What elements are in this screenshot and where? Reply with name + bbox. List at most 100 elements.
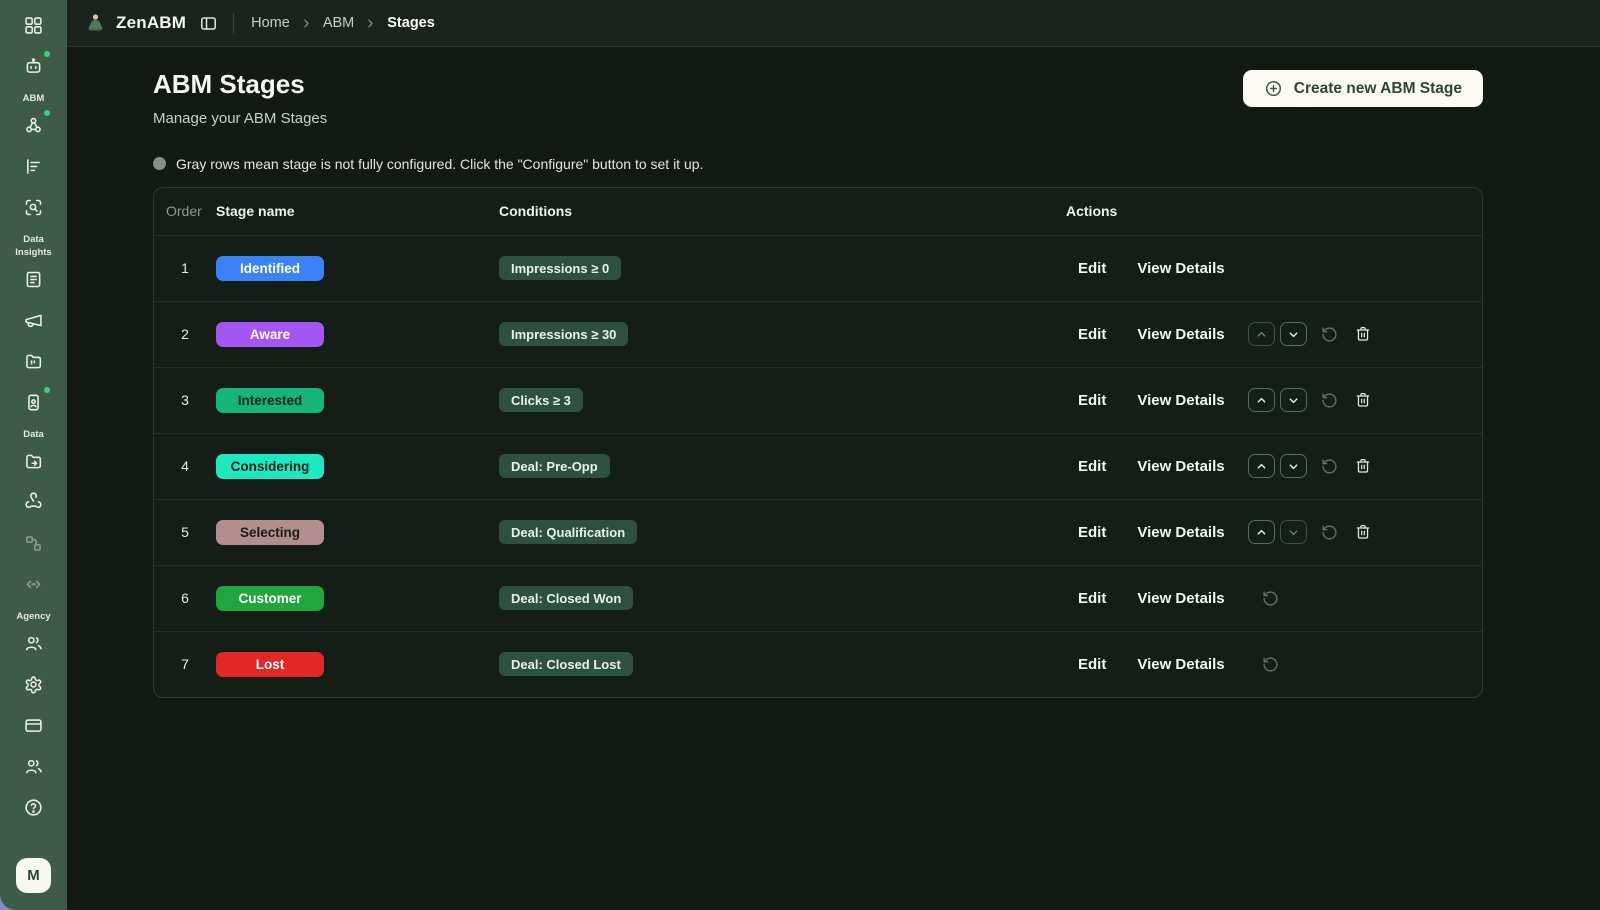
view-details-link[interactable]: View Details [1137, 392, 1224, 409]
id-badge-icon [23, 392, 44, 413]
sidebar-section-label: Agency [16, 611, 50, 623]
move-down-button [1280, 520, 1307, 544]
zenabm-logo-icon [84, 12, 107, 35]
sidebar-item-folder-kanban[interactable] [22, 349, 46, 373]
folder-export-icon [23, 451, 44, 472]
sidebar-item-scan-search[interactable] [22, 195, 46, 219]
sidebar: ABMData InsightsDataAgencyM [0, 0, 67, 910]
sidebar-section-label: Data [23, 429, 44, 441]
sidebar-item-users[interactable] [22, 632, 46, 656]
page-header: ABM Stages Manage your ABM Stages Create… [153, 70, 1483, 127]
sidebar-toggle-icon[interactable] [199, 14, 218, 33]
nodes-icon [23, 115, 44, 136]
edit-link[interactable]: Edit [1078, 260, 1106, 277]
row-actions: Edit View Details [1066, 260, 1482, 277]
reset-stage-button[interactable] [1321, 326, 1338, 343]
stage-order: 7 [154, 656, 216, 672]
edit-link[interactable]: Edit [1078, 458, 1106, 475]
condition-badge: Deal: Closed Won [499, 586, 633, 610]
row-controls [1248, 322, 1371, 346]
grid-icon [23, 15, 44, 36]
move-up-button[interactable] [1248, 520, 1275, 544]
sidebar-item-gear[interactable] [22, 673, 46, 697]
delete-stage-button[interactable] [1355, 392, 1371, 408]
view-details-link[interactable]: View Details [1137, 656, 1224, 673]
sidebar-item-id-badge[interactable] [22, 390, 46, 414]
create-abm-stage-button[interactable]: Create new ABM Stage [1243, 70, 1483, 107]
view-details-link[interactable]: View Details [1137, 326, 1224, 343]
column-header-stage-name: Stage name [216, 203, 499, 219]
edit-link[interactable]: Edit [1078, 524, 1106, 541]
sidebar-item-code[interactable] [22, 572, 46, 596]
plus-circle-icon [1264, 79, 1283, 98]
sidebar-item-grid[interactable] [22, 13, 46, 37]
sidebar-item-team[interactable] [22, 755, 46, 779]
reset-stage-button[interactable] [1262, 656, 1279, 673]
sidebar-item-credit-card[interactable] [22, 714, 46, 738]
reset-stage-button[interactable] [1262, 590, 1279, 607]
sidebar-section-label: Data Insights [8, 234, 60, 259]
edit-link[interactable]: Edit [1078, 326, 1106, 343]
breadcrumb-home[interactable]: Home [251, 15, 290, 31]
edit-link[interactable]: Edit [1078, 590, 1106, 607]
move-up-button[interactable] [1248, 454, 1275, 478]
status-dot [44, 51, 50, 57]
sidebar-item-webhook[interactable] [22, 490, 46, 514]
move-down-button[interactable] [1280, 454, 1307, 478]
delete-stage-button[interactable] [1355, 524, 1371, 540]
sidebar-item-bot[interactable] [22, 54, 46, 78]
move-down-button[interactable] [1280, 322, 1307, 346]
page-title: ABM Stages [153, 70, 327, 99]
row-controls [1248, 656, 1279, 673]
reset-stage-button[interactable] [1321, 392, 1338, 409]
megaphone-icon [23, 310, 44, 331]
move-down-button[interactable] [1280, 388, 1307, 412]
reset-stage-button[interactable] [1321, 524, 1338, 541]
breadcrumb-abm[interactable]: ABM [323, 15, 354, 31]
sidebar-item-newspaper[interactable] [22, 267, 46, 291]
configure-note-text: Gray rows mean stage is not fully config… [176, 156, 703, 172]
users-icon [23, 633, 44, 654]
delete-stage-button[interactable] [1355, 326, 1371, 342]
bar-chart-icon [23, 156, 44, 177]
stage-name-badge: Lost [216, 652, 324, 677]
sidebar-item-workflow[interactable] [22, 531, 46, 555]
row-controls [1248, 454, 1371, 478]
condition-badge: Deal: Pre-Opp [499, 454, 610, 478]
row-actions: Edit View Details [1066, 388, 1482, 412]
row-controls [1248, 590, 1279, 607]
status-dot [44, 387, 50, 393]
edit-link[interactable]: Edit [1078, 656, 1106, 673]
folder-kanban-icon [23, 351, 44, 372]
view-details-link[interactable]: View Details [1137, 260, 1224, 277]
sidebar-item-help-circle[interactable] [22, 796, 46, 820]
page-subtitle: Manage your ABM Stages [153, 110, 327, 127]
delete-stage-button[interactable] [1355, 458, 1371, 474]
gray-dot-icon [153, 157, 166, 170]
view-details-link[interactable]: View Details [1137, 590, 1224, 607]
view-details-link[interactable]: View Details [1137, 524, 1224, 541]
table-row: 4 Considering Deal: Pre-Opp Edit View De… [154, 433, 1482, 499]
chevron-right-icon [300, 17, 313, 30]
stages-table: Order Stage name Conditions Actions 1 Id… [153, 187, 1483, 698]
help-circle-icon [23, 797, 44, 818]
move-up-button[interactable] [1248, 388, 1275, 412]
sidebar-item-folder-export[interactable] [22, 449, 46, 473]
main-content: ABM Stages Manage your ABM Stages Create… [67, 48, 1600, 910]
reset-stage-button[interactable] [1321, 458, 1338, 475]
row-actions: Edit View Details [1066, 590, 1482, 607]
view-details-link[interactable]: View Details [1137, 458, 1224, 475]
stage-order: 4 [154, 458, 216, 474]
sidebar-item-megaphone[interactable] [22, 308, 46, 332]
sidebar-item-bar-chart[interactable] [22, 154, 46, 178]
condition-badge: Impressions ≥ 0 [499, 256, 621, 280]
stage-name-badge: Aware [216, 322, 324, 347]
user-avatar[interactable]: M [16, 858, 51, 893]
row-actions: Edit View Details [1066, 454, 1482, 478]
edit-link[interactable]: Edit [1078, 392, 1106, 409]
column-header-order: Order [154, 203, 216, 219]
breadcrumb-stages: Stages [387, 15, 435, 31]
table-row: 2 Aware Impressions ≥ 30 Edit View Detai… [154, 301, 1482, 367]
sidebar-item-nodes[interactable] [22, 113, 46, 137]
stage-name-badge: Selecting [216, 520, 324, 545]
